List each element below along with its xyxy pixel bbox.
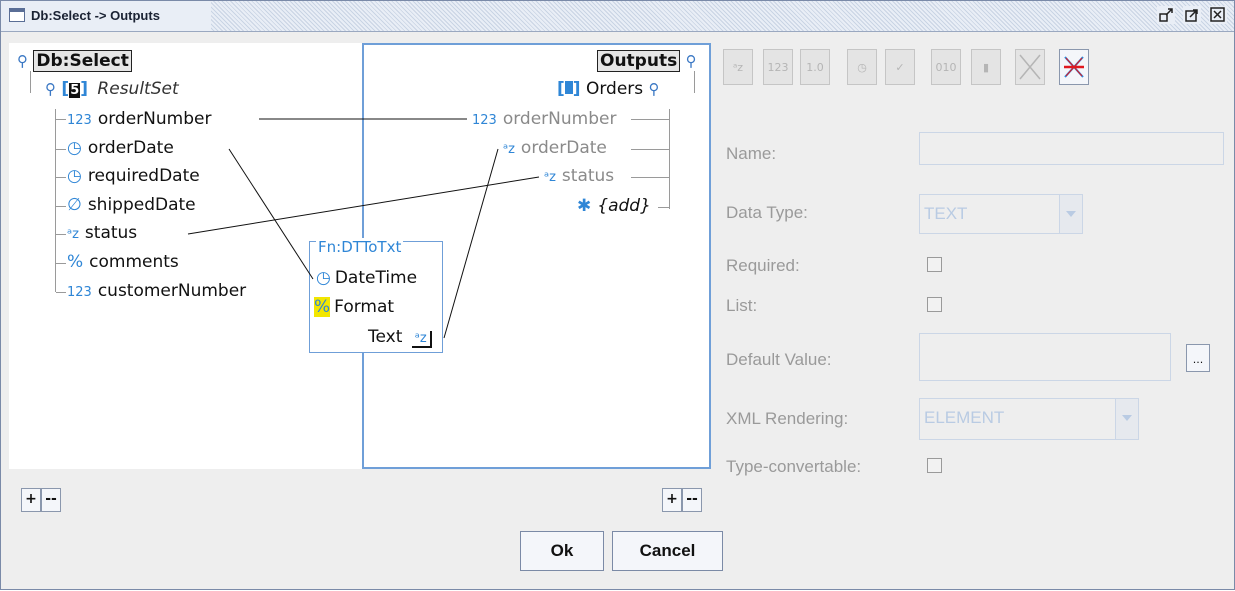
ok-button[interactable]: Ok [520, 531, 604, 571]
default-value-field[interactable] [919, 333, 1171, 381]
tree-line [56, 119, 66, 120]
tree-line [631, 149, 669, 150]
list-label: List: [726, 296, 758, 315]
title-bar[interactable]: Db:Select -> Outputs [1, 1, 1234, 32]
xml-rendering-select[interactable]: ELEMENT [919, 398, 1139, 440]
integer-type-icon: 123 [472, 113, 497, 128]
data-type-select[interactable]: TEXT [919, 194, 1083, 234]
type-convertable-label: Type-convertable: [726, 457, 862, 476]
pin-icon: ⚲ [45, 80, 56, 98]
function-input-datetime[interactable]: ◷ DateTime [316, 268, 417, 288]
type-convertable-checkbox[interactable] [927, 458, 942, 473]
source-root-node[interactable]: ⚲ Db:Select [17, 50, 132, 72]
source-field-customernumber[interactable]: 123 customerNumber [67, 281, 246, 301]
resultset-node[interactable]: ⚲ [5] ResultSet [45, 79, 179, 99]
nullable-text-icon: % [314, 297, 331, 317]
tree-line [56, 149, 66, 150]
boolean-type-icon[interactable]: ✓ [885, 49, 915, 85]
pin-icon: ⚲ [685, 52, 697, 70]
add-field-node[interactable]: ✱ {add} [577, 196, 651, 216]
pin-icon: ⚲ [648, 80, 660, 98]
orders-node[interactable]: [] Orders ⚲ [557, 79, 660, 99]
clock-icon: ◷ [67, 166, 82, 186]
output-field-orderdate[interactable]: ᵃz orderDate [503, 138, 607, 158]
name-field[interactable] [919, 132, 1224, 165]
tree-line [631, 119, 669, 120]
source-field-ordernumber[interactable]: 123 orderNumber [67, 109, 211, 129]
output-root-node[interactable]: Outputs ⚲ [597, 50, 697, 72]
pin-icon: ⚲ [17, 52, 28, 70]
document-type-icon[interactable]: ▮ [971, 49, 1001, 85]
add-output-button[interactable]: + [662, 488, 682, 512]
function-output-text[interactable]: Text ᵃz [368, 327, 438, 348]
maximize-icon[interactable] [1183, 6, 1201, 24]
resultset-icon: [5] [61, 79, 89, 99]
remove-output-button[interactable]: -- [682, 488, 702, 512]
binary-type-icon[interactable]: 010 [931, 49, 961, 85]
chevron-down-icon[interactable] [1115, 399, 1138, 439]
tree-line [669, 109, 670, 209]
delete-all-icon[interactable] [1059, 49, 1089, 85]
tree-line [658, 207, 669, 208]
datetime-type-icon[interactable]: ◷ [847, 49, 877, 85]
tree-line [56, 234, 66, 235]
remove-source-button[interactable]: -- [41, 488, 61, 512]
close-icon[interactable] [1209, 6, 1227, 24]
resultset-label: ResultSet [97, 79, 179, 99]
source-field-comments[interactable]: % comments [67, 252, 179, 272]
integer-type-icon: 123 [67, 285, 92, 300]
delete-icon[interactable] [1015, 49, 1045, 85]
source-field-status[interactable]: ᵃz status [67, 223, 137, 243]
text-type-icon: ᵃz [503, 142, 515, 157]
window-title: Db:Select -> Outputs [31, 8, 160, 23]
tree-line [631, 177, 669, 178]
dialog-window: Db:Select -> Outputs ⚲ Db:Select ⚲ [5] R… [0, 0, 1235, 590]
default-value-label: Default Value: [726, 350, 832, 369]
add-source-button[interactable]: + [21, 488, 41, 512]
orders-label: Orders [585, 79, 644, 99]
integer-type-icon: 123 [67, 113, 92, 128]
collection-icon: [] [557, 79, 581, 99]
name-label: Name: [726, 144, 777, 163]
source-root-label: Db:Select [33, 50, 132, 72]
output-field-ordernumber[interactable]: 123 orderNumber [472, 109, 616, 129]
source-field-requireddate[interactable]: ◷ requiredDate [67, 166, 200, 186]
function-title: Fn:DTToTxt [316, 238, 404, 256]
clock-icon: ◷ [67, 138, 82, 158]
tree-line [56, 177, 66, 178]
nullable-text-icon: % [67, 252, 84, 272]
source-field-orderdate[interactable]: ◷ orderDate [67, 138, 174, 158]
required-checkbox[interactable] [927, 257, 942, 272]
source-field-shippeddate[interactable]: ∅ shippedDate [67, 195, 196, 215]
tree-line [694, 71, 695, 93]
required-label: Required: [726, 256, 800, 275]
list-checkbox[interactable] [927, 297, 942, 312]
integer-type-icon[interactable]: 123 [763, 49, 793, 85]
restore-icon[interactable] [1157, 6, 1175, 24]
tree-line [56, 206, 66, 207]
cancel-button[interactable]: Cancel [612, 531, 723, 571]
tree-line [55, 109, 56, 292]
output-root-label: Outputs [597, 50, 681, 72]
tree-line [56, 292, 66, 293]
null-date-icon: ∅ [67, 195, 82, 215]
text-type-icon[interactable]: ᵃz [723, 49, 753, 85]
text-type-icon: ᵃz [544, 170, 556, 185]
clock-icon: ◷ [316, 268, 331, 288]
tree-line [56, 263, 66, 264]
function-input-format[interactable]: % Format [314, 297, 394, 317]
decimal-type-icon[interactable]: 1.0 [800, 49, 830, 85]
asterisk-icon: ✱ [577, 196, 592, 216]
text-type-icon: ᵃz [67, 227, 79, 242]
xml-rendering-label: XML Rendering: [726, 409, 849, 428]
chevron-down-icon[interactable] [1059, 195, 1082, 233]
output-field-status[interactable]: ᵃz status [544, 166, 614, 186]
browse-default-value-button[interactable]: ... [1186, 344, 1210, 372]
tree-line [30, 71, 31, 93]
function-dttotxt-box[interactable]: Fn:DTToTxt ◷ DateTime % Format Text ᵃz [309, 238, 443, 353]
data-type-label: Data Type: [726, 203, 808, 222]
text-type-icon: ᵃz [411, 331, 432, 348]
window-icon [9, 8, 25, 22]
